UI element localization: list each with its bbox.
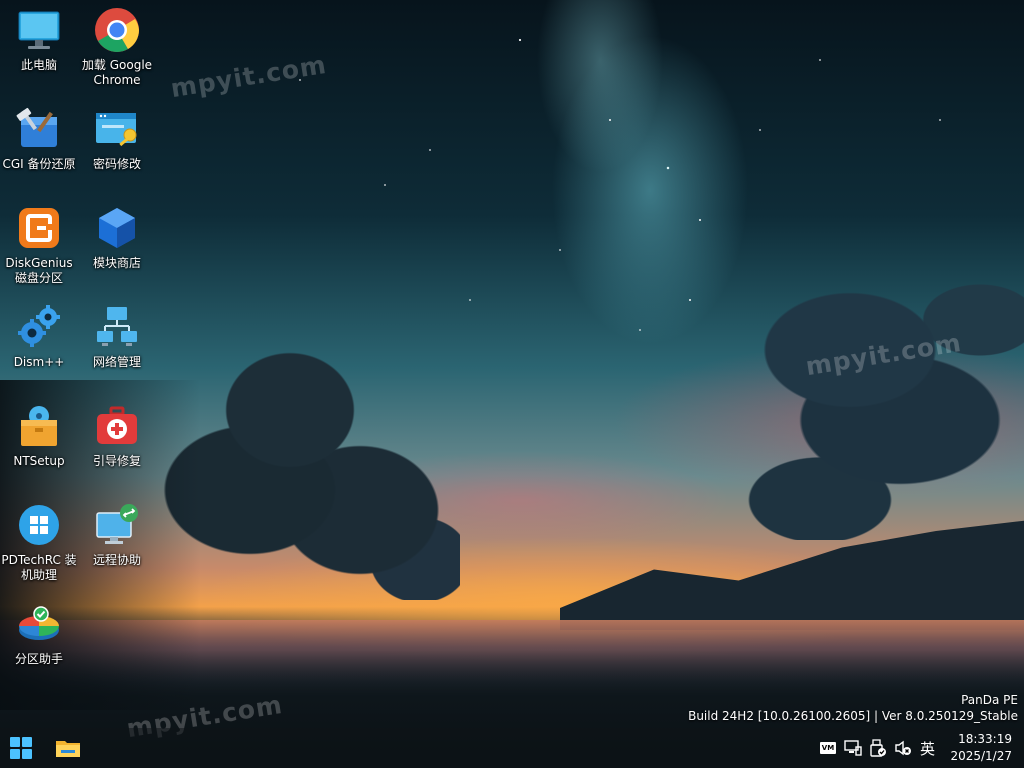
network-icon: [93, 303, 141, 351]
desktop: mpyit.com mpyit.com mpyit.com 此电脑 CGI 备份…: [0, 0, 1024, 768]
desktop-icon-pdtechrc[interactable]: PDTechRC 装机助理: [0, 495, 78, 585]
desktop-icon-remote-assist[interactable]: 远程协助: [78, 495, 156, 585]
desktop-icon-label: NTSetup: [13, 454, 65, 468]
desktop-icon-label: CGI 备份还原: [2, 157, 76, 171]
volume-muted-icon: [895, 740, 911, 756]
file-explorer-button[interactable]: [54, 734, 82, 762]
windows-logo-icon: [15, 501, 63, 549]
boot-repair-icon: [93, 402, 141, 450]
usb-tray-icon[interactable]: [868, 738, 888, 758]
desktop-icon-diskgenius[interactable]: DiskGenius 磁盘分区: [0, 198, 78, 288]
desktop-icon-network-management[interactable]: 网络管理: [78, 297, 156, 387]
clock-date: 2025/1/27: [950, 749, 1012, 763]
desktop-icon-label: 密码修改: [92, 157, 141, 171]
desktop-icon-this-pc[interactable]: 此电脑: [0, 0, 78, 90]
desktop-icon-grid: 此电脑 CGI 备份还原 DiskGenius 磁盘分区 Dism++ NTSe…: [0, 0, 160, 700]
desktop-icon-label: 模块商店: [92, 256, 141, 270]
folder-icon: [56, 741, 80, 757]
network-status-icon: [844, 740, 862, 756]
desktop-icon-label: DiskGenius 磁盘分区: [5, 256, 73, 285]
desktop-icon-ntsetup[interactable]: NTSetup: [0, 396, 78, 486]
vmware-label: VM: [820, 742, 836, 754]
remote-assist-icon: [93, 501, 141, 549]
desktop-icon-label: 引导修复: [92, 454, 141, 468]
partition-pie-icon: [15, 600, 63, 648]
clock-time: 18:33:19: [958, 732, 1012, 746]
desktop-icon-boot-repair[interactable]: 引导修复: [78, 396, 156, 486]
chrome-icon: [93, 6, 141, 54]
desktop-icon-cgi-backup[interactable]: CGI 备份还原: [0, 99, 78, 189]
desktop-icon-partition-assistant[interactable]: 分区助手: [0, 594, 78, 684]
diskgenius-icon: [15, 204, 63, 252]
desktop-icon-google-chrome[interactable]: 加载 Google Chrome: [78, 0, 156, 90]
vmware-tray-icon[interactable]: VM: [818, 738, 838, 758]
ntsetup-box-icon: [15, 402, 63, 450]
desktop-icon-password-change[interactable]: 密码修改: [78, 99, 156, 189]
cloud-left: [160, 340, 460, 600]
desktop-icon-label: 网络管理: [92, 355, 141, 369]
system-name: PanDa PE: [961, 693, 1018, 707]
system-info: PanDa PE Build 24H2 [10.0.26100.2605] | …: [688, 692, 1018, 724]
gears-icon: [15, 303, 63, 351]
desktop-icon-dism[interactable]: Dism++: [0, 297, 78, 387]
system-build: Build 24H2 [10.0.26100.2605] | Ver 8.0.2…: [688, 709, 1018, 723]
desktop-icon-label: 加载 Google Chrome: [81, 58, 153, 87]
windows-start-icon: [10, 737, 32, 759]
desktop-icon-label: 远程协助: [92, 553, 141, 567]
taskbar-clock[interactable]: 18:33:19 2025/1/27: [932, 731, 1012, 765]
volume-tray-icon[interactable]: [893, 738, 913, 758]
cloud-right: [700, 260, 1024, 540]
desktop-icon-label: 此电脑: [20, 58, 57, 72]
start-button[interactable]: [7, 734, 35, 762]
desktop-icon-label: PDTechRC 装机助理: [1, 553, 77, 582]
safe-remove-usb-icon: [870, 739, 886, 757]
cgi-backup-icon: [15, 105, 63, 153]
computer-icon: [15, 6, 63, 54]
desktop-icon-module-store[interactable]: 模块商店: [78, 198, 156, 288]
taskbar: VM 英 18:33:19 2025/1/27: [0, 728, 1024, 768]
desktop-icon-label: Dism++: [13, 355, 65, 369]
module-store-cube-icon: [93, 204, 141, 252]
network-tray-icon[interactable]: [843, 738, 863, 758]
desktop-icon-label: 分区助手: [14, 652, 63, 666]
password-key-icon: [93, 105, 141, 153]
